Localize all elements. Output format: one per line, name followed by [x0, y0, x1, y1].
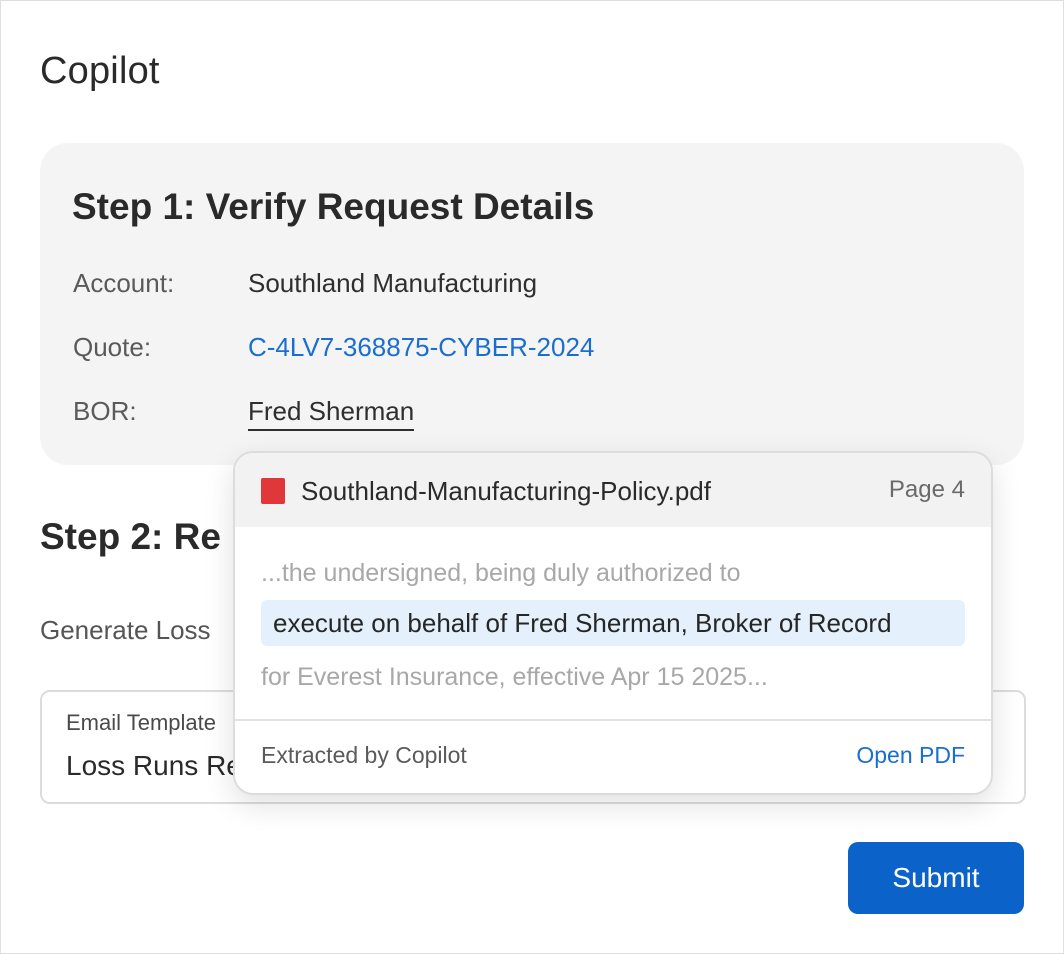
extracted-by-note: Extracted by Copilot: [261, 742, 467, 768]
app-title: Copilot: [40, 50, 160, 92]
email-template-value[interactable]: Loss Runs Re: [66, 750, 242, 782]
snippet-highlight: execute on behalf of Fred Sherman, Broke…: [261, 600, 965, 646]
quote-link[interactable]: C-4LV7-368875-CYBER-2024: [248, 332, 594, 363]
step2-title: Step 2: Re: [40, 516, 221, 557]
bor-value[interactable]: Fred Sherman: [248, 396, 415, 431]
account-value: Southland Manufacturing: [248, 268, 538, 298]
snippet-after: for Everest Insurance, effective Apr 15 …: [261, 663, 768, 691]
bor-label: BOR:: [73, 396, 137, 426]
step1-title: Step 1: Verify Request Details: [72, 186, 595, 227]
source-popover: Southland-Manufacturing-Policy.pdf Page …: [233, 451, 993, 795]
email-template-label: Email Template: [66, 710, 216, 735]
account-label: Account:: [73, 268, 175, 298]
popover-divider: [235, 719, 991, 721]
bor-link[interactable]: Fred Sherman: [248, 396, 415, 431]
quote-label: Quote:: [73, 332, 152, 362]
snippet-before: ...the undersigned, being duly authorize…: [261, 559, 741, 587]
pdf-file-icon: [261, 478, 285, 504]
open-pdf-link[interactable]: Open PDF: [856, 742, 965, 769]
page-number: Page 4: [888, 476, 965, 503]
submit-button[interactable]: Submit: [848, 842, 1024, 914]
step2-description: Generate Loss: [40, 615, 211, 645]
pdf-file-name[interactable]: Southland-Manufacturing-Policy.pdf: [301, 476, 711, 507]
popover-header: Southland-Manufacturing-Policy.pdf Page …: [235, 453, 991, 527]
